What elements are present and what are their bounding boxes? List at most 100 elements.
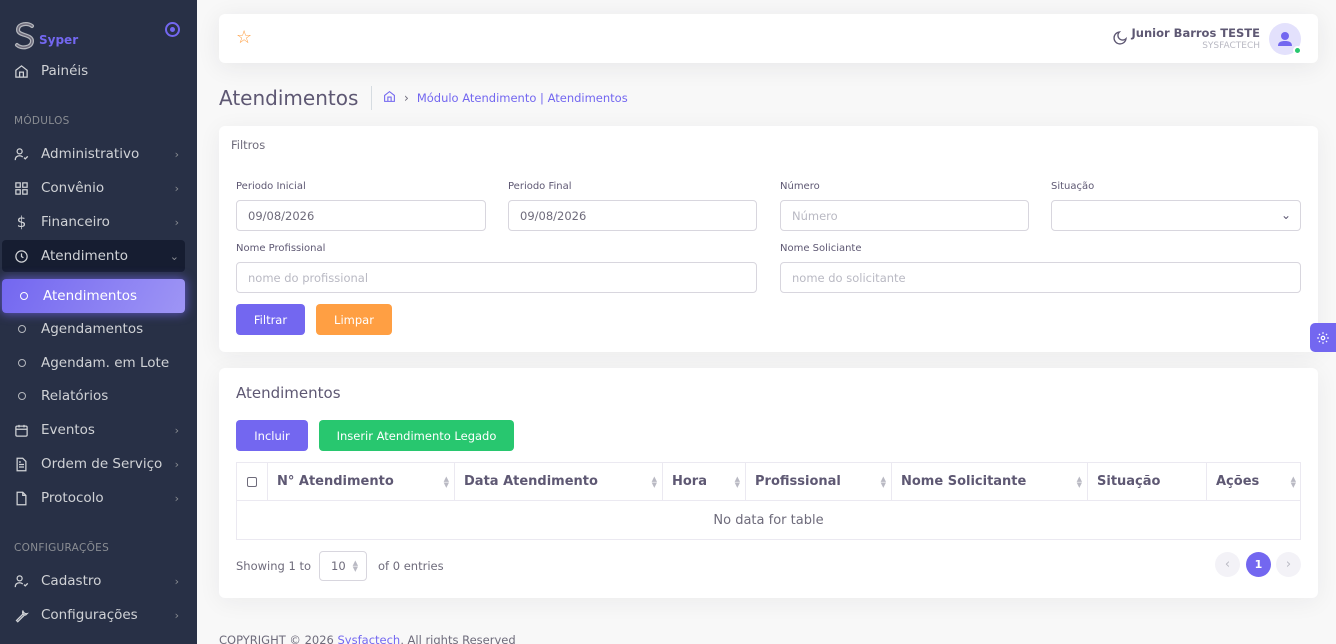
chevron-right-icon: › bbox=[1285, 557, 1292, 572]
atendimentos-card: Atendimentos Incluir Inserir Atendimento… bbox=[219, 368, 1318, 598]
dollar-icon: $ bbox=[16, 213, 27, 231]
column-header[interactable]: Nome Solicitante ▲ ▼ bbox=[892, 463, 1088, 501]
section-header-configuracoes: CONFIGURAÇÕES bbox=[14, 542, 110, 554]
sidebar-item-label: Protocolo bbox=[41, 490, 104, 506]
section-header-modulos: MÓDULOS bbox=[14, 115, 70, 127]
sidebar-item-administrativo[interactable]: Administrativo › bbox=[0, 138, 197, 170]
pagination-prev[interactable]: ‹ bbox=[1215, 552, 1240, 577]
showing-text: Showing 1 to bbox=[236, 559, 311, 573]
circle-icon bbox=[18, 325, 26, 333]
profissional-label: Nome Profissional bbox=[236, 243, 326, 254]
sort-icon: ▲ ▼ bbox=[1290, 475, 1296, 489]
sidebar-item-configuracoes[interactable]: Configurações › bbox=[0, 599, 197, 631]
tool-icon bbox=[14, 608, 29, 623]
entries-text: of 0 entries bbox=[378, 559, 444, 573]
top-navbar: ☆ Junior Barros TESTE SYSFACTECH bbox=[219, 14, 1318, 63]
footer: COPYRIGHT © 2026 Sysfactech, All rights … bbox=[219, 633, 516, 644]
breadcrumb: › Módulo Atendimento | Atendimentos bbox=[383, 90, 628, 106]
sort-icon: ▲ ▼ bbox=[1076, 475, 1082, 489]
online-status-dot bbox=[1293, 46, 1302, 55]
column-header[interactable]: Ações ▲ ▼ bbox=[1207, 463, 1301, 501]
sidebar-item-label: Painéis bbox=[41, 63, 89, 79]
column-header[interactable]: Profissional ▲ ▼ bbox=[746, 463, 892, 501]
sidebar-item-label: Administrativo bbox=[41, 146, 140, 162]
sidebar-item-paineis[interactable]: Painéis bbox=[0, 55, 197, 87]
footer-rights: , All rights Reserved bbox=[400, 633, 516, 644]
periodo-inicial-input[interactable]: 09/08/2026 bbox=[236, 200, 486, 231]
user-check-icon bbox=[14, 147, 29, 162]
situacao-label: Situação bbox=[1051, 181, 1095, 192]
sidebar-subitem-atendimentos[interactable]: Atendimentos bbox=[2, 279, 185, 313]
sidebar-toggle-icon[interactable] bbox=[165, 22, 180, 37]
atendimentos-table: N° Atendimento ▲ ▼ Data Atendimento ▲ ▼ Hora… bbox=[236, 462, 1301, 540]
chevron-right-icon: › bbox=[174, 457, 179, 471]
user-name[interactable]: Junior Barros TESTE bbox=[1132, 26, 1260, 40]
breadcrumb-link[interactable]: Módulo Atendimento | Atendimentos bbox=[417, 91, 628, 105]
sidebar-item-label: Ordem de Serviço bbox=[41, 456, 163, 472]
incluir-button[interactable]: Incluir bbox=[236, 420, 308, 451]
home-icon[interactable] bbox=[383, 90, 396, 106]
chevron-down-icon: ⌄ bbox=[1280, 208, 1291, 222]
sort-icon: ▲ ▼ bbox=[651, 475, 657, 489]
periodo-inicial-label: Periodo Inicial bbox=[236, 181, 306, 192]
sidebar-item-label: Convênio bbox=[41, 180, 105, 196]
sidebar-item-cadastro[interactable]: Cadastro › bbox=[0, 565, 197, 597]
home-icon bbox=[14, 64, 29, 79]
brand-name: Syper bbox=[39, 33, 79, 47]
sidebar-item-atendimento[interactable]: Atendimento ⌄ bbox=[2, 240, 185, 272]
sidebar-item-ordem-servico[interactable]: Ordem de Serviço › bbox=[0, 448, 197, 480]
table-empty-message: No data for table bbox=[713, 512, 824, 528]
file-text-icon bbox=[14, 457, 29, 472]
sidebar-subitem-relatorios[interactable]: Relatórios bbox=[0, 380, 197, 412]
periodo-final-label: Periodo Final bbox=[508, 181, 572, 192]
sort-icon: ▲ ▼ bbox=[880, 475, 886, 489]
sidebar-item-financeiro[interactable]: $ Financeiro › bbox=[0, 206, 197, 238]
chevron-right-icon: › bbox=[174, 574, 179, 588]
customizer-toggle[interactable] bbox=[1310, 323, 1336, 352]
circle-icon bbox=[18, 392, 26, 400]
chevron-right-icon: › bbox=[404, 91, 409, 105]
chevron-right-icon: › bbox=[174, 215, 179, 229]
sidebar-item-label: Financeiro bbox=[41, 214, 110, 230]
profissional-input[interactable]: nome do profissional bbox=[236, 262, 757, 293]
footer-link[interactable]: Sysfactech bbox=[338, 633, 401, 644]
sort-icon: ▲ ▼ bbox=[443, 475, 449, 489]
situacao-select[interactable]: ⌄ bbox=[1051, 200, 1301, 231]
sidebar-item-label: Agendamentos bbox=[41, 321, 144, 337]
limpar-button[interactable]: Limpar bbox=[316, 304, 392, 335]
filters-title: Filtros bbox=[231, 138, 266, 152]
inserir-legado-button[interactable]: Inserir Atendimento Legado bbox=[319, 420, 514, 451]
pagination-page[interactable]: 1 bbox=[1246, 552, 1271, 577]
star-icon[interactable]: ☆ bbox=[236, 29, 252, 47]
clock-icon bbox=[14, 249, 29, 264]
filtrar-button[interactable]: Filtrar bbox=[236, 304, 305, 335]
periodo-final-input[interactable]: 09/08/2026 bbox=[508, 200, 757, 231]
avatar[interactable] bbox=[1269, 23, 1302, 55]
sidebar-item-label: Eventos bbox=[41, 422, 95, 438]
user-check-icon bbox=[14, 574, 29, 589]
sidebar-item-eventos[interactable]: Eventos › bbox=[0, 414, 197, 446]
per-page-select[interactable]: 10 ▲ ▼ bbox=[319, 551, 367, 581]
select-all-checkbox[interactable] bbox=[247, 476, 257, 487]
sidebar-subitem-agendam-lote[interactable]: Agendam. em Lote bbox=[0, 347, 197, 379]
sidebar-item-label: Cadastro bbox=[41, 573, 102, 589]
sidebar: Syper Painéis MÓDULOS Administrativo › C… bbox=[0, 0, 197, 644]
solicitante-input[interactable]: nome do solicitante bbox=[780, 262, 1301, 293]
column-header[interactable]: Data Atendimento ▲ ▼ bbox=[455, 463, 663, 501]
pagination-next[interactable]: › bbox=[1276, 552, 1301, 577]
grid-icon bbox=[14, 181, 29, 196]
column-header[interactable]: Hora ▲ ▼ bbox=[663, 463, 746, 501]
sidebar-subitem-agendamentos[interactable]: Agendamentos bbox=[0, 313, 197, 345]
sidebar-item-convenio[interactable]: Convênio › bbox=[0, 172, 197, 204]
chevron-right-icon: › bbox=[174, 423, 179, 437]
moon-icon[interactable] bbox=[1112, 30, 1128, 46]
chevron-right-icon: › bbox=[174, 147, 179, 161]
per-page-value: 10 bbox=[331, 559, 346, 573]
numero-input[interactable]: Número bbox=[780, 200, 1029, 231]
file-icon bbox=[14, 491, 29, 506]
sidebar-item-label: Agendam. em Lote bbox=[41, 355, 170, 371]
brand[interactable]: Syper bbox=[14, 22, 78, 50]
sidebar-item-protocolo[interactable]: Protocolo › bbox=[0, 482, 197, 514]
column-header[interactable]: N° Atendimento ▲ ▼ bbox=[268, 463, 455, 501]
table-card-title: Atendimentos bbox=[236, 384, 341, 402]
